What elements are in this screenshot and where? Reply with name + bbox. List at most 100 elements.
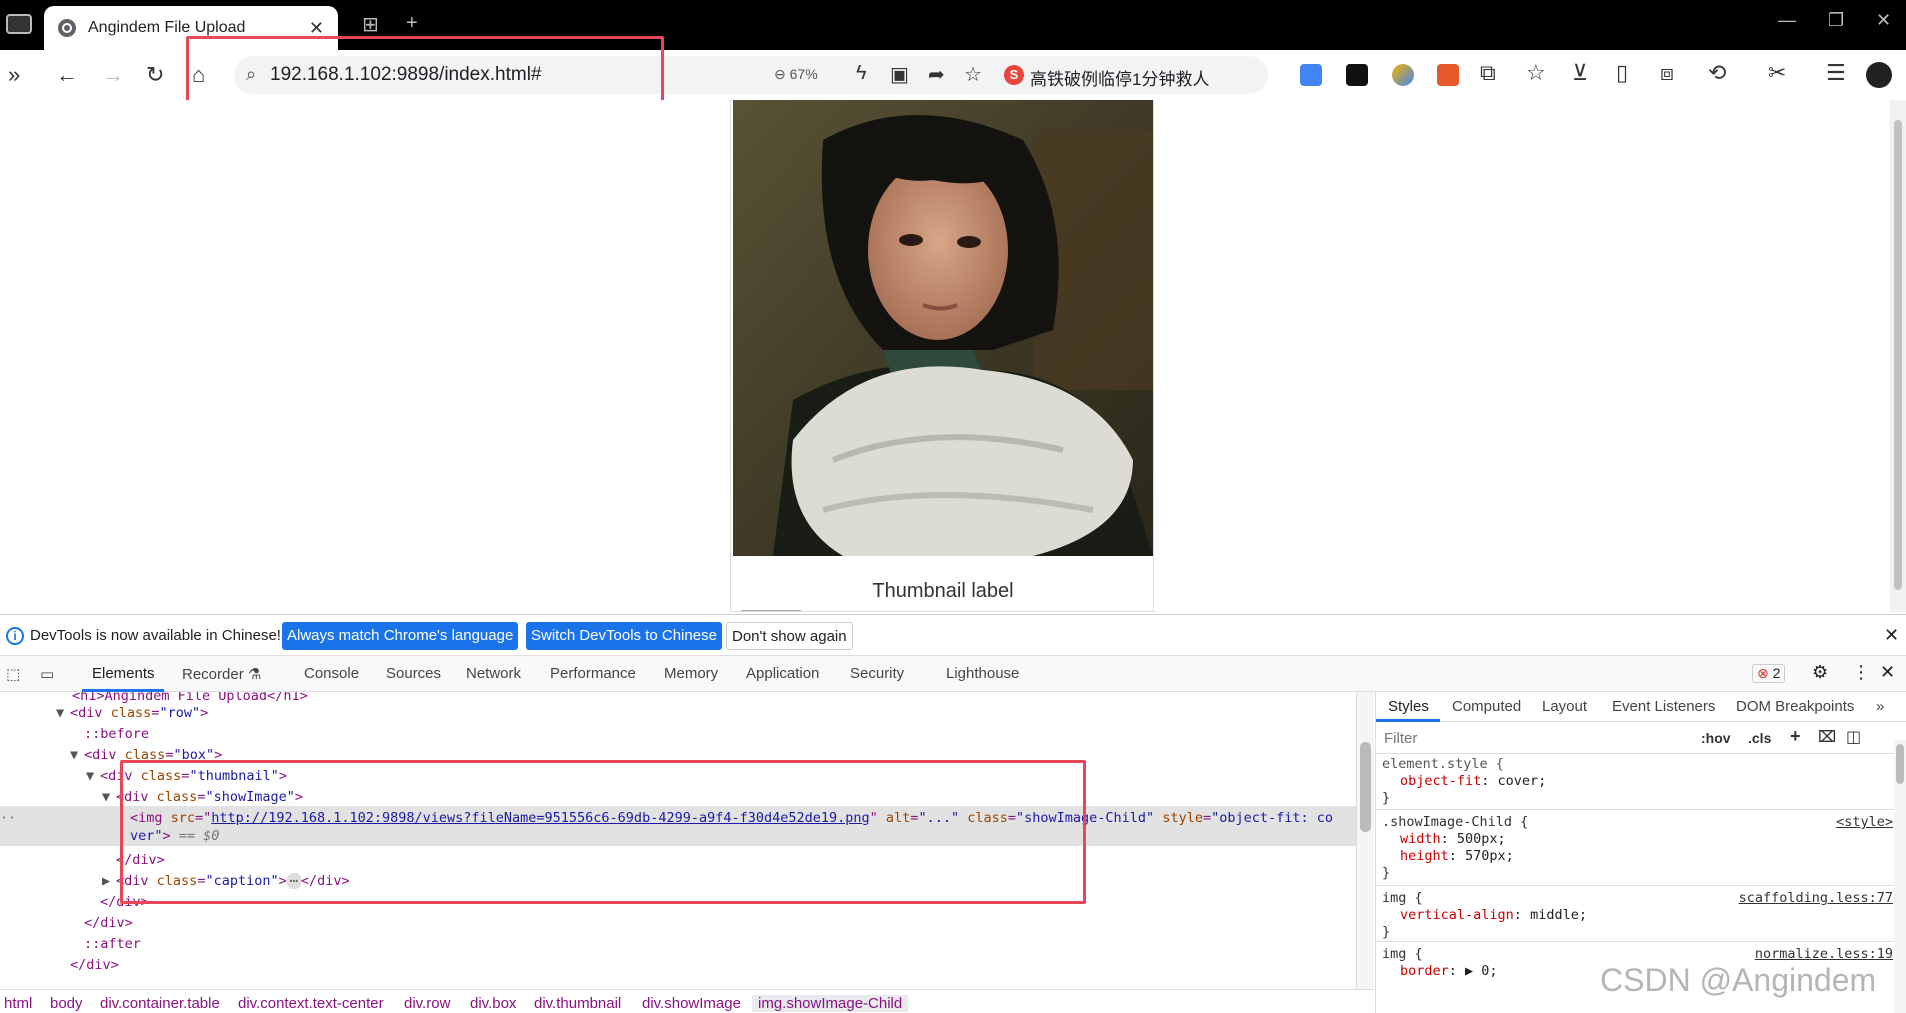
scissors-icon[interactable]: ✂ xyxy=(1768,60,1786,86)
img-src-link[interactable]: http://192.168.1.102:9898/views?fileName… xyxy=(211,810,869,826)
sogou-icon[interactable]: S xyxy=(1004,65,1024,85)
url-text[interactable]: 192.168.1.102:9898/index.html# xyxy=(270,64,542,86)
tab-computed[interactable]: Computed xyxy=(1452,698,1521,715)
pen-extension-icon[interactable] xyxy=(1346,64,1368,86)
reading-mode-icon[interactable]: ▯ xyxy=(1616,60,1628,86)
infobar-close-icon[interactable]: ✕ xyxy=(1884,625,1899,646)
scaffolding-source-link[interactable]: scaffolding.less:77 xyxy=(1739,890,1893,906)
lightning-icon[interactable]: ϟ xyxy=(856,62,867,85)
dom-pseudo-before[interactable]: ::before xyxy=(84,724,149,745)
dom-close-showimage[interactable]: </div> xyxy=(116,850,165,871)
side-panel-icon[interactable] xyxy=(6,14,32,34)
bookmark-star-icon[interactable]: ☆ xyxy=(964,62,982,87)
breadcrumb-showimage[interactable]: div.showImage xyxy=(642,995,741,1012)
rule-img-scaffolding[interactable]: img { scaffolding.less:77 vertical-align… xyxy=(1376,886,1897,942)
elements-scrollbar-thumb[interactable] xyxy=(1360,742,1371,832)
sparkle-extension-icon[interactable] xyxy=(1392,64,1414,86)
download-icon[interactable]: ⊻ xyxy=(1572,60,1588,86)
dom-close-thumbnail[interactable]: </div> xyxy=(100,892,149,913)
caption-button-stub[interactable] xyxy=(741,610,801,612)
page-scrollbar[interactable] xyxy=(1890,100,1906,612)
tab-search-icon[interactable]: ⊞ xyxy=(362,12,379,37)
expand-triangle-icon[interactable]: ▼ xyxy=(86,766,100,787)
tab-performance[interactable]: Performance xyxy=(550,665,636,682)
rule-showimage-child[interactable]: .showImage-Child { <style> width: 500px;… xyxy=(1376,810,1897,886)
always-match-language-button[interactable]: Always match Chrome's language xyxy=(282,622,519,650)
tab-lighthouse[interactable]: Lighthouse xyxy=(946,665,1019,682)
dom-node-showimage[interactable]: ▼ <div class="showImage"> xyxy=(102,787,303,808)
devtools-close-icon[interactable]: ✕ xyxy=(1880,662,1895,683)
menu-icon[interactable]: ☰ xyxy=(1826,60,1846,86)
paint-brush-icon[interactable]: ⌧ xyxy=(1818,727,1836,747)
news-ticker[interactable]: 高铁破例临停1分钟救人 xyxy=(1030,65,1209,90)
avatar[interactable] xyxy=(1866,62,1892,88)
new-tab-button[interactable]: + xyxy=(406,12,418,35)
screenshot-icon[interactable]: ▣ xyxy=(890,62,909,87)
dom-close-box[interactable]: </div> xyxy=(84,913,133,934)
hover-state-toggle[interactable]: :hov xyxy=(1701,730,1731,746)
settings-gear-icon[interactable]: ⚙ xyxy=(1812,662,1828,683)
elements-scrollbar[interactable] xyxy=(1356,692,1374,989)
dom-node-img-continued[interactable]: ver"> == $0 xyxy=(130,826,219,847)
zoom-indicator[interactable]: ⊖ 67% xyxy=(774,66,818,83)
dom-node-thumbnail[interactable]: ▼ <div class="thumbnail"> xyxy=(86,766,287,787)
tab-recorder[interactable]: Recorder ⚗ xyxy=(182,665,261,683)
expand-triangle-icon[interactable]: ▼ xyxy=(56,703,70,724)
dom-close-row[interactable]: </div> xyxy=(70,955,119,976)
translate-extension-icon[interactable] xyxy=(1300,64,1322,86)
bookmarks-star-icon[interactable]: ☆ xyxy=(1526,60,1546,86)
tab-layout[interactable]: Layout xyxy=(1542,698,1587,715)
styles-scrollbar-thumb[interactable] xyxy=(1896,744,1904,784)
error-counter[interactable]: ⊗ 2 xyxy=(1752,664,1786,683)
tab-event-listeners[interactable]: Event Listeners xyxy=(1612,698,1715,715)
restore-button[interactable]: ❐ xyxy=(1828,10,1844,31)
tab-network[interactable]: Network xyxy=(466,665,521,682)
device-toolbar-icon[interactable]: ▭ xyxy=(40,665,54,683)
breadcrumb-img[interactable]: img.showImage-Child xyxy=(752,995,909,1012)
breadcrumb-thumbnail[interactable]: div.thumbnail xyxy=(534,995,621,1012)
tab-styles[interactable]: Styles xyxy=(1388,698,1429,715)
dom-pseudo-after[interactable]: ::after xyxy=(84,934,141,955)
style-source-link[interactable]: <style> xyxy=(1836,814,1893,830)
dont-show-again-button[interactable]: Don't show again xyxy=(726,622,853,650)
breadcrumb-row[interactable]: div.row xyxy=(404,995,450,1012)
dom-node-box[interactable]: ▼ <div class="box"> xyxy=(70,745,222,766)
breadcrumb-box[interactable]: div.box xyxy=(470,995,516,1012)
normalize-source-link[interactable]: normalize.less:19 xyxy=(1755,946,1893,962)
page-scrollbar-thumb[interactable] xyxy=(1894,120,1902,590)
switch-devtools-chinese-button[interactable]: Switch DevTools to Chinese xyxy=(526,622,722,650)
expand-triangle-icon[interactable]: ▼ xyxy=(102,787,116,808)
chevron-double-right-icon[interactable]: » xyxy=(8,62,20,88)
browser-tab-active[interactable]: Angindem File Upload ✕ xyxy=(44,6,338,50)
expand-triangle-icon[interactable]: ▼ xyxy=(70,745,84,766)
close-window-button[interactable]: ✕ xyxy=(1876,10,1891,31)
extensions-puzzle-icon[interactable]: ⧉ xyxy=(1480,60,1496,86)
breadcrumb-body[interactable]: body xyxy=(50,995,83,1012)
tab-application[interactable]: Application xyxy=(746,665,819,682)
styles-scrollbar[interactable] xyxy=(1894,740,1906,1013)
tab-console[interactable]: Console xyxy=(304,665,359,682)
home-button[interactable]: ⌂ xyxy=(192,62,205,88)
reload-button[interactable]: ↻ xyxy=(146,62,164,88)
more-options-icon[interactable]: ⋮ xyxy=(1852,662,1870,683)
share-icon[interactable]: ➦ xyxy=(928,62,945,87)
add-rule-icon[interactable]: + xyxy=(1790,726,1801,747)
expand-triangle-icon[interactable]: ▶ xyxy=(102,871,116,892)
history-icon[interactable]: ⟲ xyxy=(1708,60,1726,86)
tab-dom-breakpoints[interactable]: DOM Breakpoints xyxy=(1736,698,1854,715)
forward-button[interactable]: → xyxy=(102,62,124,88)
rule-element-style[interactable]: element.style { object-fit: cover; } xyxy=(1376,754,1897,810)
styles-filter-input[interactable] xyxy=(1380,726,1680,750)
pdf-extension-icon[interactable] xyxy=(1437,64,1459,86)
minimize-button[interactable]: — xyxy=(1778,10,1796,31)
tab-memory[interactable]: Memory xyxy=(664,665,718,682)
back-button[interactable]: ← xyxy=(56,62,78,88)
tab-close-icon[interactable]: ✕ xyxy=(309,18,324,39)
toggle-sidebar-icon[interactable]: ◫ xyxy=(1846,727,1861,747)
inspect-element-icon[interactable]: ⬚ xyxy=(6,665,20,683)
breadcrumb-context[interactable]: div.context.text-center xyxy=(238,995,384,1012)
dom-node-caption[interactable]: ▶ <div class="caption"> ⋯ </div> xyxy=(102,871,350,892)
dom-node-row[interactable]: ▼ <div class="row"> xyxy=(56,703,208,724)
collapsed-ellipsis[interactable]: ⋯ xyxy=(286,873,301,889)
tab-sources[interactable]: Sources xyxy=(386,665,441,682)
